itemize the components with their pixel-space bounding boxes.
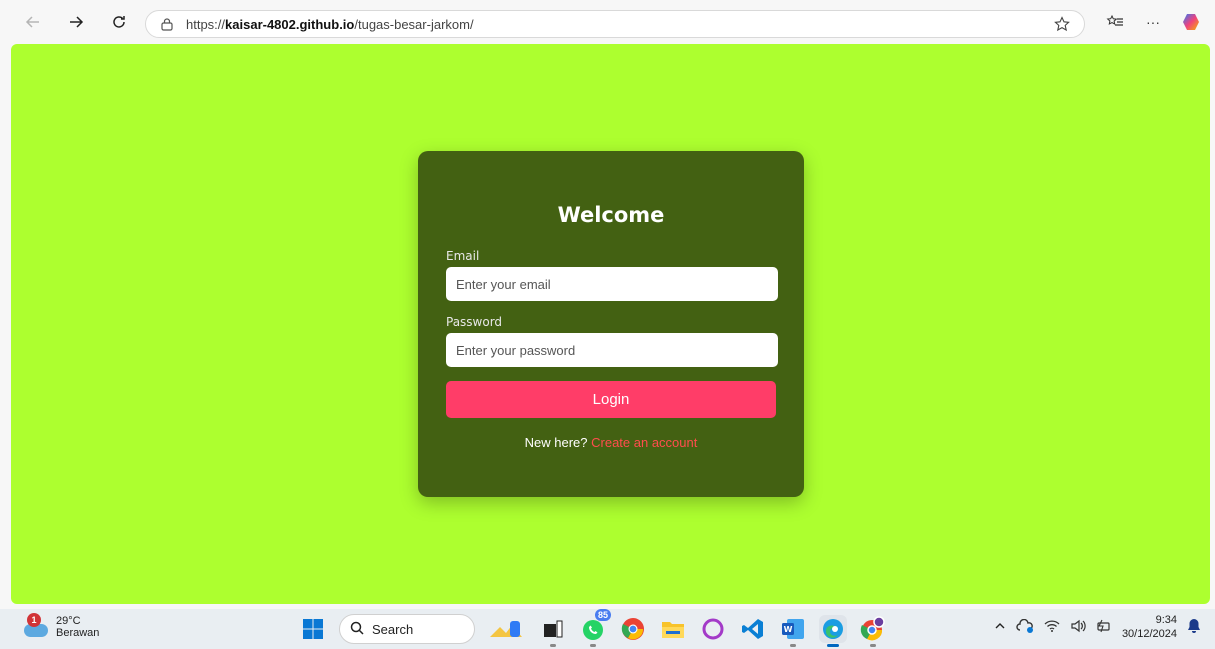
site-info-icon[interactable] <box>160 17 174 31</box>
signup-prompt-text: New here? <box>524 435 588 450</box>
search-label: Search <box>372 621 414 637</box>
svg-text:W: W <box>784 625 793 634</box>
more-menu-icon[interactable]: ··· <box>1141 8 1165 36</box>
url-host: kaisar-4802.github.io <box>225 16 355 32</box>
battery-icon[interactable] <box>1096 619 1112 636</box>
url-path: /tugas-besar-jarkom/ <box>354 16 474 32</box>
create-account-link[interactable]: Create an account <box>591 435 697 450</box>
chevron-up-icon[interactable] <box>994 620 1006 635</box>
chrome-icon[interactable] <box>619 615 647 643</box>
opera-icon[interactable] <box>699 615 727 643</box>
chrome-canary-icon[interactable] <box>859 615 887 647</box>
password-field[interactable] <box>446 333 778 367</box>
login-card: Welcome Email Password Login New here? C… <box>418 151 804 497</box>
email-label: Email <box>446 249 480 263</box>
edge-icon[interactable] <box>819 615 847 647</box>
back-arrow-icon[interactable] <box>16 5 50 39</box>
whatsapp-icon[interactable]: 85 <box>579 609 611 647</box>
favorites-list-icon[interactable] <box>1103 8 1127 36</box>
weather-description: Berawan <box>56 627 100 639</box>
forward-arrow-icon[interactable] <box>59 5 93 39</box>
favorite-star-icon[interactable] <box>1054 16 1070 35</box>
search-icon <box>350 621 364 638</box>
windows-taskbar: 1 29°C Berawan Search 85 W 9:34 30/12/20… <box>0 609 1215 649</box>
address-bar[interactable]: https://kaisar-4802.github.io/tugas-besa… <box>145 10 1085 38</box>
signup-prompt: New here? Create an account <box>446 435 776 450</box>
copilot-icon[interactable] <box>1179 8 1203 36</box>
weather-notification-badge: 1 <box>27 613 41 627</box>
vscode-icon[interactable] <box>739 615 767 643</box>
password-label: Password <box>446 315 503 329</box>
refresh-icon[interactable] <box>102 5 136 39</box>
wifi-icon[interactable] <box>1044 619 1060 636</box>
word-icon[interactable]: W <box>779 615 807 647</box>
windows-start-icon[interactable] <box>299 615 327 643</box>
taskbar-search[interactable]: Search <box>339 614 475 644</box>
weather-cloud-icon: 1 <box>24 613 52 641</box>
task-view-icon[interactable] <box>539 615 567 647</box>
volume-icon[interactable] <box>1070 619 1086 636</box>
clock-date: 30/12/2024 <box>1121 628 1177 640</box>
email-field[interactable] <box>446 267 778 301</box>
onedrive-sync-icon[interactable] <box>1016 618 1034 636</box>
system-tray: 9:34 30/12/2024 <box>994 613 1201 641</box>
browser-toolbar: https://kaisar-4802.github.io/tugas-besa… <box>0 0 1215 44</box>
url-scheme: https:// <box>186 16 226 32</box>
clock-time: 9:34 <box>1155 614 1177 626</box>
login-button[interactable]: Login <box>446 381 776 418</box>
whatsapp-badge: 85 <box>594 609 611 621</box>
temperature-text: 29°C <box>56 615 81 627</box>
welcome-title: Welcome <box>557 203 665 227</box>
clock[interactable]: 9:34 30/12/2024 <box>1122 613 1177 641</box>
file-explorer-icon[interactable] <box>659 615 687 643</box>
page-viewport: Welcome Email Password Login New here? C… <box>11 44 1210 604</box>
weather-widget[interactable]: 1 29°C Berawan <box>24 613 99 641</box>
widgets-illustration-icon[interactable] <box>487 615 527 643</box>
notification-bell-icon[interactable] <box>1187 618 1201 637</box>
